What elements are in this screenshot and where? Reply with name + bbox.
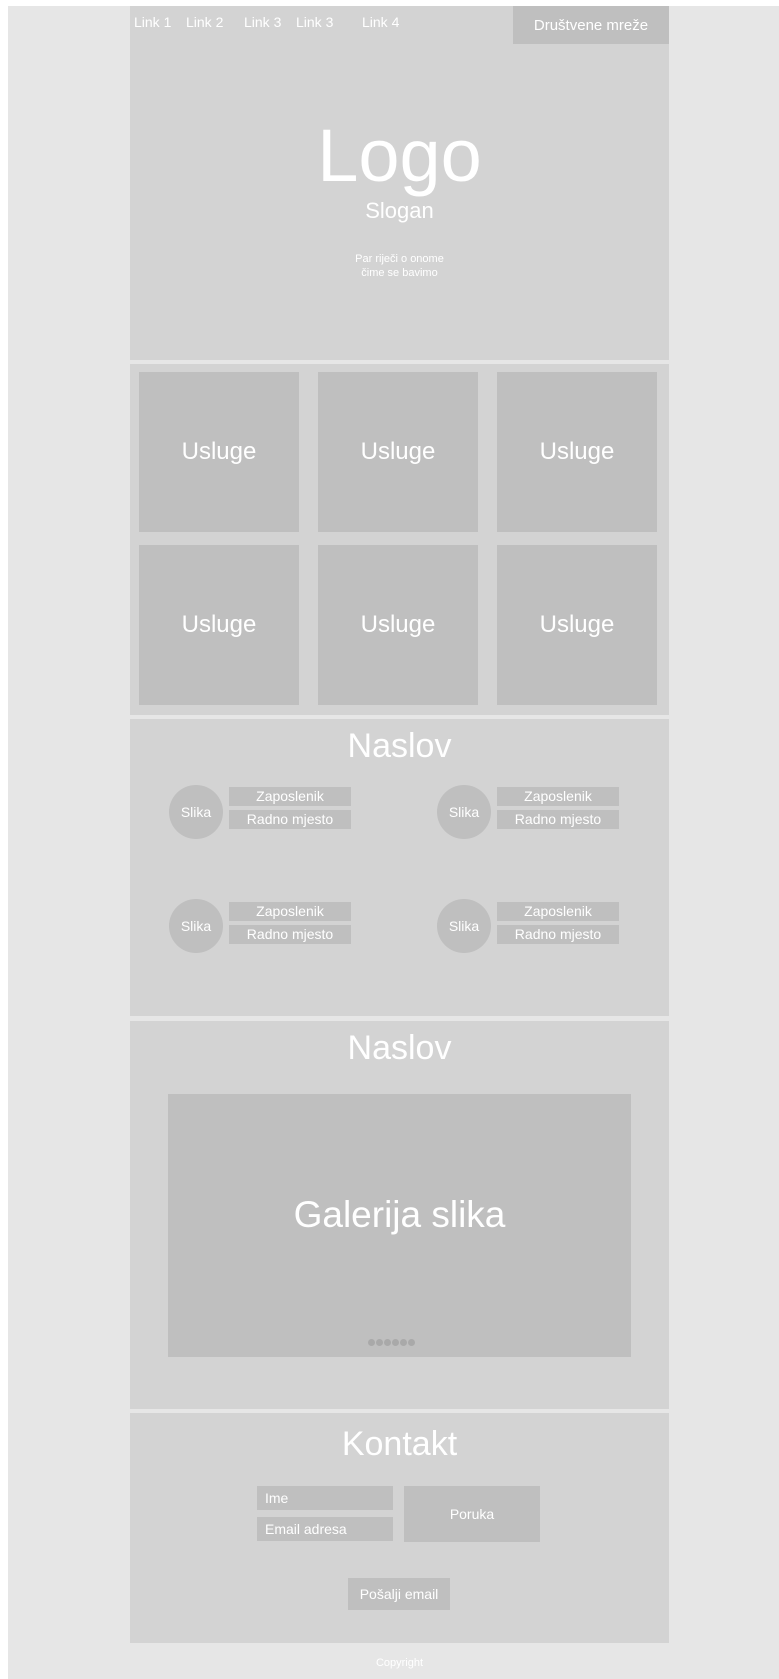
gallery-dot[interactable] xyxy=(376,1339,383,1346)
tagline-line-2: čime se bavimo xyxy=(361,267,438,279)
employee-name: Zaposlenik xyxy=(229,902,351,921)
nav-link-1[interactable]: Link 1 xyxy=(134,14,171,30)
nav-link-4[interactable]: Link 4 xyxy=(362,14,399,30)
services-section: Usluge Usluge Usluge Usluge Usluge Uslug… xyxy=(130,364,669,715)
nav-link-3b[interactable]: Link 3 xyxy=(296,14,333,30)
gallery-dot[interactable] xyxy=(384,1339,391,1346)
tagline-line-1: Par riječi o onome xyxy=(355,253,444,265)
employee-photo: Slika xyxy=(169,899,223,953)
gallery-pagination xyxy=(368,1339,415,1346)
email-field[interactable]: Email adresa xyxy=(257,1517,393,1541)
employee-name: Zaposlenik xyxy=(497,902,619,921)
employee-photo: Slika xyxy=(437,785,491,839)
employee-role: Radno mjesto xyxy=(229,925,351,944)
service-card[interactable]: Usluge xyxy=(139,372,299,532)
service-card[interactable]: Usluge xyxy=(139,545,299,705)
gallery-section: Naslov Galerija slika xyxy=(130,1021,669,1409)
slogan: Slogan xyxy=(365,198,434,223)
gallery-dot[interactable] xyxy=(400,1339,407,1346)
service-card[interactable]: Usluge xyxy=(318,545,478,705)
copyright: Copyright xyxy=(375,1657,424,1669)
hero-section: Link 1 Link 2 Link 3 Link 3 Link 4 Društ… xyxy=(130,6,669,360)
nav-link-3[interactable]: Link 3 xyxy=(244,14,281,30)
team-title: Naslov xyxy=(347,727,452,765)
contact-section: Kontakt Ime Email adresa Poruka Pošalji … xyxy=(130,1413,669,1643)
employee-photo: Slika xyxy=(169,785,223,839)
employee-name: Zaposlenik xyxy=(497,787,619,806)
employee-role: Radno mjesto xyxy=(497,810,619,829)
employee-photo: Slika xyxy=(437,899,491,953)
send-email-button[interactable]: Pošalji email xyxy=(348,1578,450,1610)
service-card[interactable]: Usluge xyxy=(497,545,657,705)
name-field[interactable]: Ime xyxy=(257,1486,393,1510)
tagline: Par riječi o onome čime se bavimo xyxy=(130,252,669,280)
contact-title: Kontakt xyxy=(341,1425,458,1463)
social-media-button[interactable]: Društvene mreže xyxy=(513,6,669,44)
service-card[interactable]: Usluge xyxy=(318,372,478,532)
image-gallery[interactable]: Galerija slika xyxy=(168,1094,631,1357)
employee-role: Radno mjesto xyxy=(229,810,351,829)
team-section: Naslov Slika Zaposlenik Radno mjesto Sli… xyxy=(130,719,669,1016)
nav-link-2[interactable]: Link 2 xyxy=(186,14,223,30)
gallery-label: Galerija slika xyxy=(293,1194,506,1235)
gallery-dot[interactable] xyxy=(408,1339,415,1346)
employee-role: Radno mjesto xyxy=(497,925,619,944)
employee-name: Zaposlenik xyxy=(229,787,351,806)
gallery-dot[interactable] xyxy=(392,1339,399,1346)
message-field[interactable]: Poruka xyxy=(404,1486,540,1542)
gallery-title: Naslov xyxy=(347,1029,452,1067)
gallery-dot[interactable] xyxy=(368,1339,375,1346)
service-card[interactable]: Usluge xyxy=(497,372,657,532)
logo[interactable]: Logo xyxy=(130,116,669,196)
